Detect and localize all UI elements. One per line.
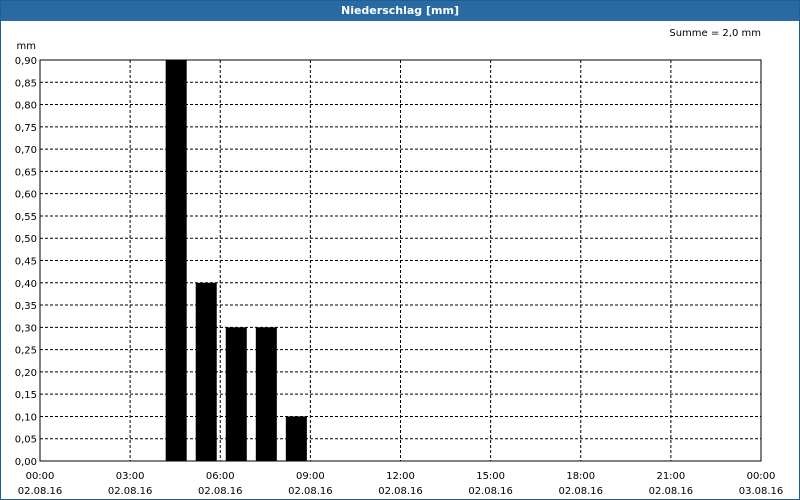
y-tick-label: 0,90 [15, 56, 37, 67]
bar [285, 416, 307, 461]
bar [225, 327, 247, 461]
y-tick-label: 0,30 [15, 323, 37, 334]
y-axis-unit-label: mm [17, 41, 36, 52]
y-tick-label: 0,55 [15, 212, 37, 223]
x-tick-time: 03:00 [116, 471, 145, 482]
sum-annotation: Summe = 2,0 mm [669, 28, 761, 39]
grid-lines [40, 60, 761, 461]
y-tick-label: 0,40 [15, 279, 37, 290]
x-tick-time: 09:00 [296, 471, 325, 482]
x-tick-date: 02.08.16 [468, 486, 513, 497]
x-tick-time: 00:00 [747, 471, 776, 482]
y-tick-label: 0,25 [15, 346, 37, 357]
x-tick-date: 02.08.16 [108, 486, 153, 497]
x-tick-time: 18:00 [566, 471, 595, 482]
y-tick-label: 0,60 [15, 190, 37, 201]
bar [255, 327, 277, 461]
y-tick-label: 0,50 [15, 234, 37, 245]
x-tick-time: 06:00 [206, 471, 235, 482]
x-tick-date: 02.08.16 [18, 486, 63, 497]
y-tick-label: 0,05 [15, 435, 37, 446]
y-tick-label: 0,20 [15, 368, 37, 379]
precipitation-chart: mm Summe = 2,0 mm 0,000,050,100,150,200,… [15, 28, 784, 497]
y-tick-label: 0,70 [15, 145, 37, 156]
y-tick-label: 0,10 [15, 412, 37, 423]
y-tick-label: 0,75 [15, 123, 37, 134]
y-tick-label: 0,45 [15, 257, 37, 268]
bar [195, 282, 217, 461]
x-tick-date: 02.08.16 [198, 486, 243, 497]
y-tick-label: 0,00 [15, 457, 37, 468]
x-tick-date: 03.08.16 [739, 486, 784, 497]
y-tick-labels: 0,00 0,05 0,10 0,15 0,20 0,25 0,30 0,35 0,40 0,45… [15, 56, 37, 468]
y-tick-label: 0,85 [15, 78, 37, 89]
x-tick-labels: 00:00 02.08.16 03:00 02.08.16 06:00 02.08.16 0… [18, 471, 784, 497]
y-tick-label: 0,65 [15, 167, 37, 178]
y-tick-label: 0,35 [15, 301, 37, 312]
x-tick-date: 02.08.16 [378, 486, 423, 497]
bar [165, 60, 187, 461]
x-tick-time: 12:00 [386, 471, 415, 482]
y-tick-label: 0,15 [15, 390, 37, 401]
x-tick-time: 21:00 [656, 471, 685, 482]
x-tick-time: 00:00 [26, 471, 55, 482]
x-tick-date: 02.08.16 [288, 486, 333, 497]
x-tick-time: 15:00 [476, 471, 505, 482]
x-tick-date: 02.08.16 [558, 486, 603, 497]
y-tick-label: 0,80 [15, 101, 37, 112]
x-tick-date: 02.08.16 [649, 486, 694, 497]
